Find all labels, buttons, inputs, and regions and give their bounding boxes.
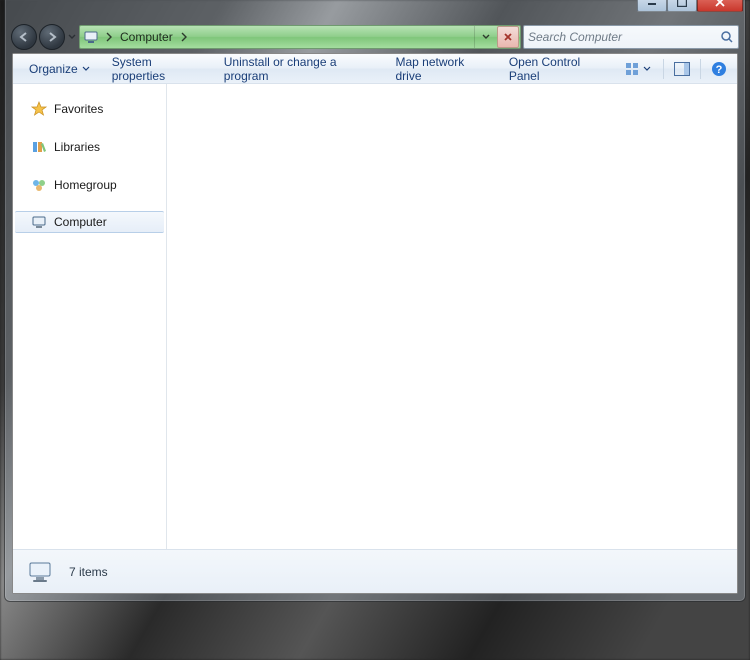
svg-text:?: ? [716, 64, 723, 76]
back-button[interactable] [11, 24, 37, 50]
client-area: Organize System properties Uninstall or … [12, 53, 738, 594]
uninstall-program-button[interactable]: Uninstall or change a program [214, 51, 384, 87]
computer-icon [31, 214, 47, 230]
minimize-button[interactable] [637, 0, 667, 12]
body: Favorites Libraries Homegroup [13, 84, 737, 549]
address-dropdown-button[interactable] [474, 26, 496, 48]
open-control-panel-button[interactable]: Open Control Panel [499, 51, 617, 87]
favorites-icon [31, 101, 47, 117]
libraries-icon [31, 139, 47, 155]
nav-row: Computer [5, 21, 745, 55]
search-icon[interactable] [720, 30, 734, 44]
system-properties-button[interactable]: System properties [102, 51, 212, 87]
sidebar-item-favorites[interactable]: Favorites [13, 98, 166, 120]
titlebar [5, 0, 745, 21]
address-bar[interactable]: Computer [79, 25, 521, 49]
refresh-stop-button[interactable] [497, 26, 519, 48]
close-button[interactable] [697, 0, 743, 12]
help-button[interactable]: ? [707, 58, 731, 80]
sidebar-item-label: Computer [54, 215, 107, 229]
preview-pane-button[interactable] [670, 58, 694, 80]
sidebar-item-label: Libraries [54, 140, 100, 154]
chevron-right-icon[interactable] [177, 32, 191, 42]
command-bar: Organize System properties Uninstall or … [13, 54, 737, 84]
divider [700, 59, 701, 79]
search-box[interactable] [523, 25, 739, 49]
search-input[interactable] [528, 30, 720, 44]
content-pane[interactable] [167, 84, 737, 549]
divider [663, 59, 664, 79]
status-text: 7 items [69, 565, 108, 579]
computer-icon [80, 29, 102, 45]
computer-icon [27, 560, 55, 584]
navigation-pane: Favorites Libraries Homegroup [13, 84, 167, 549]
organize-menu[interactable]: Organize [19, 58, 100, 80]
map-network-drive-button[interactable]: Map network drive [386, 51, 497, 87]
forward-button[interactable] [39, 24, 65, 50]
sidebar-item-computer[interactable]: Computer [15, 211, 164, 233]
chevron-right-icon[interactable] [102, 32, 116, 42]
organize-label: Organize [29, 62, 78, 76]
chevron-down-icon [643, 65, 651, 73]
recent-pages-dropdown[interactable] [67, 33, 77, 41]
breadcrumb-location[interactable]: Computer [116, 26, 177, 48]
sidebar-item-label: Favorites [54, 102, 103, 116]
sidebar-item-libraries[interactable]: Libraries [13, 136, 166, 158]
homegroup-icon [31, 177, 47, 193]
view-options-button[interactable] [619, 62, 657, 76]
sidebar-item-homegroup[interactable]: Homegroup [13, 174, 166, 196]
explorer-window: Computer Organize System pro [4, 0, 746, 602]
maximize-button[interactable] [667, 0, 697, 12]
details-pane: 7 items [13, 549, 737, 593]
chevron-down-icon [82, 65, 90, 73]
sidebar-item-label: Homegroup [54, 178, 117, 192]
